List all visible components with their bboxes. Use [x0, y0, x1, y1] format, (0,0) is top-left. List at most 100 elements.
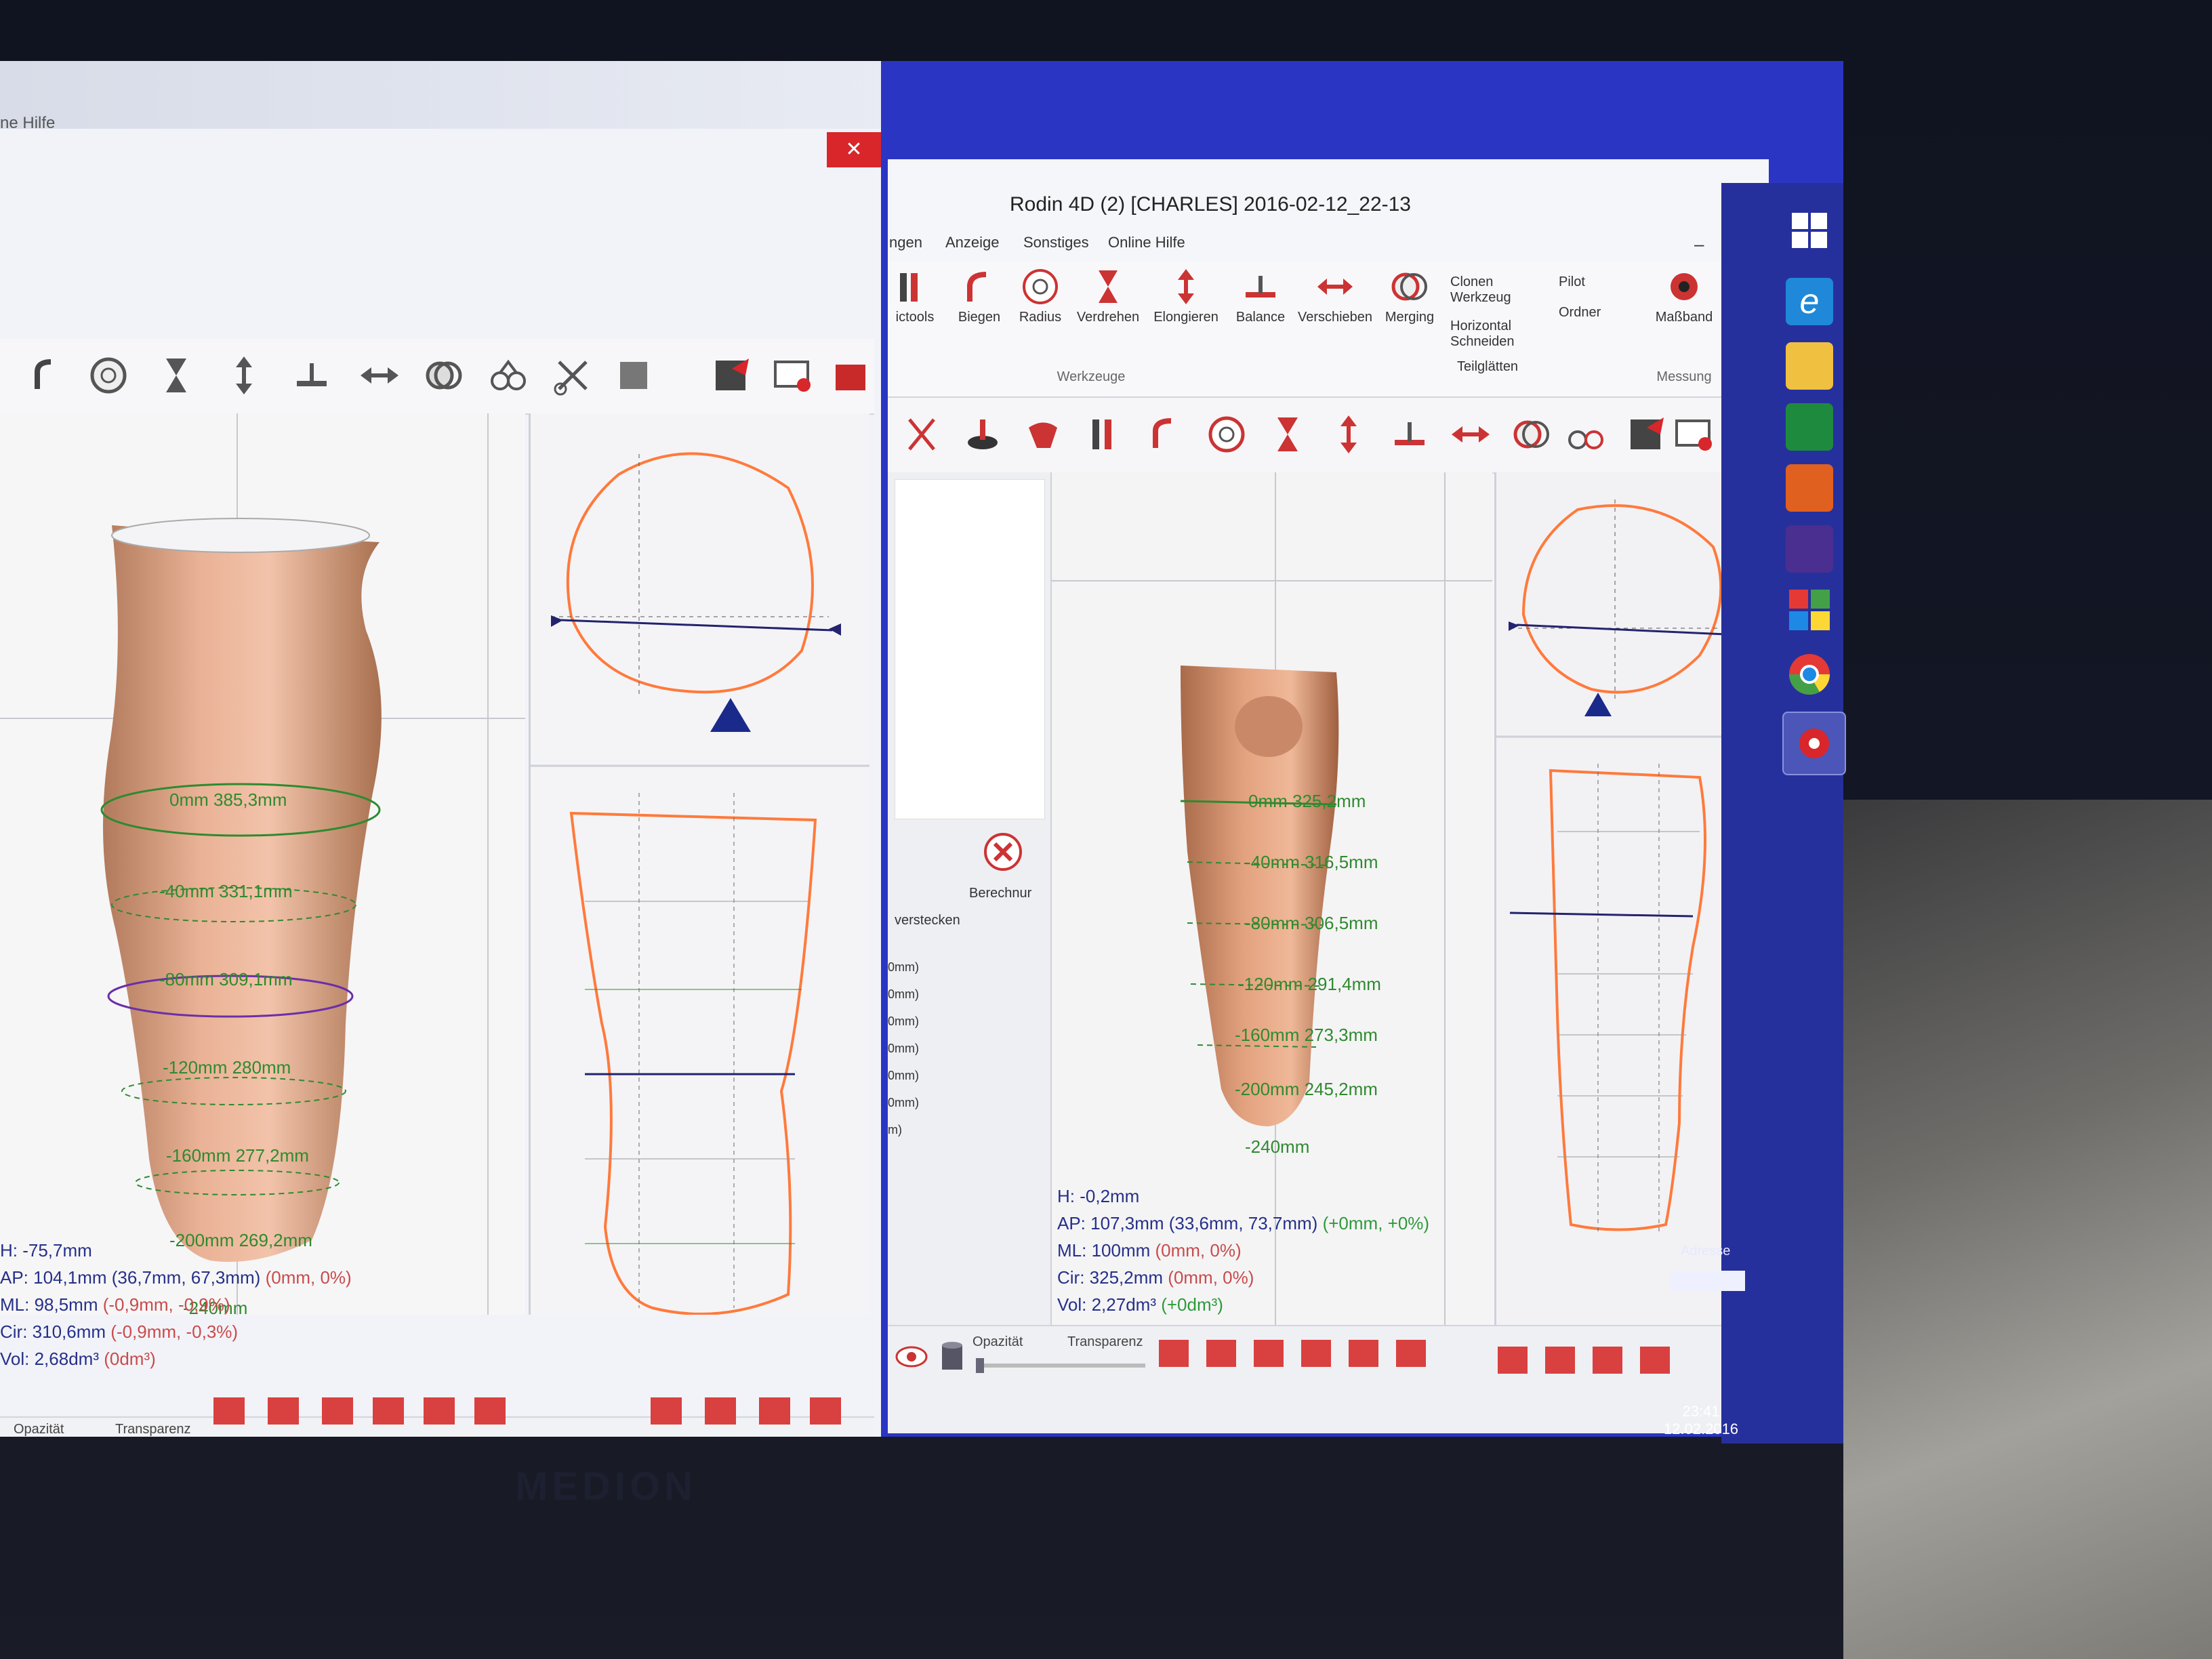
bend-tool-icon[interactable]: [1145, 414, 1186, 455]
plan-view-4-icon[interactable]: [1640, 1347, 1670, 1374]
move-tool-icon[interactable]: [1450, 414, 1491, 455]
left-cross-section-view[interactable]: [529, 413, 869, 1315]
desk-background: [1843, 800, 2212, 1659]
verstecken-option[interactable]: verstecken: [895, 913, 960, 928]
ribbon-horizontal-schneiden-button[interactable]: Horizontal Schneiden: [1450, 319, 1538, 350]
merge-tool-icon[interactable]: [1511, 414, 1552, 455]
ribbon-radius-button[interactable]: Radius: [1010, 268, 1071, 325]
window-close-icon[interactable]: [773, 355, 813, 396]
left-3d-view[interactable]: 0mm 385,3mm -40mm 331,1mm -80mm 309,1mm …: [0, 413, 525, 1318]
elongate-tool-icon[interactable]: [1328, 414, 1369, 455]
internet-explorer-icon[interactable]: e: [1786, 278, 1833, 325]
move-tool-icon[interactable]: [359, 355, 400, 396]
brand-logo: MEDION: [515, 1465, 697, 1509]
store-icon[interactable]: [1786, 403, 1833, 451]
view-top-icon[interactable]: [1349, 1340, 1378, 1367]
left-menu-help[interactable]: ne Hilfe: [0, 114, 55, 133]
ribbon-teilglaetten-button[interactable]: Teilglätten: [1457, 359, 1545, 375]
ribbon-horizontal-label: Horizontal: [1450, 319, 1512, 333]
elongate-tool-icon[interactable]: [224, 355, 264, 396]
right-3d-view[interactable]: 0mm 325,2mm -40mm 316,5mm -80mm 306,5mm …: [1052, 472, 1492, 1374]
cylinder-icon[interactable]: [939, 1340, 966, 1374]
right-info-vol-value: Vol: 2,27dm³: [1057, 1294, 1156, 1315]
clone-tool-icon[interactable]: [1565, 414, 1606, 455]
smooth-tool-icon[interactable]: [613, 355, 654, 396]
plan-view-4-icon[interactable]: [810, 1397, 841, 1425]
ribbon-verdrehen-button[interactable]: Verdrehen: [1071, 268, 1145, 325]
ribbon-pilot-button[interactable]: Pilot: [1559, 274, 1613, 290]
right-opacity-slider[interactable]: [976, 1358, 1145, 1373]
twist-tool-icon[interactable]: [1267, 414, 1308, 455]
ribbon: ictools Biegen Radius Verdrehen Elongier…: [888, 261, 1769, 398]
menu-tab-ngen[interactable]: ngen: [889, 234, 922, 251]
merge-tool-icon[interactable]: [424, 355, 464, 396]
rodin-app-icon[interactable]: [1782, 712, 1846, 775]
window-close-icon[interactable]: [1674, 414, 1715, 455]
balance-tool-icon[interactable]: [1389, 414, 1430, 455]
cut-tool-icon[interactable]: [552, 355, 593, 396]
radius-tool-icon[interactable]: [88, 355, 129, 396]
left-info-ml-delta: (-0,9mm, -0,9%): [102, 1294, 230, 1315]
twist-tool-icon[interactable]: [156, 355, 197, 396]
plan-view-3-icon[interactable]: [759, 1397, 790, 1425]
view-left-icon[interactable]: [322, 1397, 353, 1425]
view-left-icon[interactable]: [1254, 1340, 1284, 1367]
view-bottom-icon[interactable]: [1396, 1340, 1426, 1367]
paint-icon[interactable]: [1786, 525, 1833, 573]
save-icon[interactable]: [1626, 414, 1667, 455]
right-opacity-slider-thumb[interactable]: [976, 1358, 984, 1373]
view-back-icon[interactable]: [1206, 1340, 1236, 1367]
eye-icon[interactable]: [895, 1340, 928, 1374]
ribbon-biegen-button[interactable]: Biegen: [949, 268, 1010, 325]
close-button[interactable]: ✕: [827, 132, 881, 167]
ribbon-balance-button[interactable]: Balance: [1227, 268, 1294, 325]
plan-view-1-icon[interactable]: [651, 1397, 682, 1425]
save-icon[interactable]: [712, 355, 752, 396]
right-info-ap: AP: 107,3mm (33,6mm, 73,7mm) (+0mm, +0%): [1057, 1213, 1429, 1234]
windows-flag-icon[interactable]: [1786, 586, 1833, 634]
view-front-icon[interactable]: [213, 1397, 245, 1425]
ribbon-verschieben-button[interactable]: Verschieben: [1294, 268, 1376, 325]
balance-tool-icon[interactable]: [291, 355, 332, 396]
view-top-icon[interactable]: [424, 1397, 455, 1425]
minimize-button[interactable]: –: [1694, 234, 1704, 255]
ribbon-clonen-button[interactable]: Clonen Werkzeug: [1450, 274, 1538, 306]
view-right-icon[interactable]: [373, 1397, 404, 1425]
left-measure-0: 0mm 385,3mm: [169, 790, 287, 810]
view-front-icon[interactable]: [1159, 1340, 1189, 1367]
address-field[interactable]: [1671, 1271, 1745, 1291]
ribbon-massband-button[interactable]: Maßband: [1647, 268, 1721, 325]
media-player-icon[interactable]: [1786, 464, 1833, 512]
ribbon-merging-button[interactable]: Merging: [1376, 268, 1443, 325]
menu-tab-anzeige[interactable]: Anzeige: [945, 234, 1000, 251]
right-measure-240: -240mm: [1245, 1136, 1310, 1157]
radius-tool-icon[interactable]: [1206, 414, 1247, 455]
menu-tab-online-hilfe[interactable]: Online Hilfe: [1108, 234, 1185, 251]
view-back-icon[interactable]: [268, 1397, 299, 1425]
file-explorer-icon[interactable]: [1786, 342, 1833, 390]
plan-view-2-icon[interactable]: [1545, 1347, 1575, 1374]
taskbar-clock[interactable]: 23:41 12.02.2016: [1660, 1403, 1742, 1438]
chrome-icon[interactable]: [1786, 651, 1833, 698]
ribbon-elongieren-button[interactable]: Elongieren: [1149, 268, 1223, 325]
menu-tab-sonstiges[interactable]: Sonstiges: [1023, 234, 1089, 251]
plan-view-3-icon[interactable]: [1593, 1347, 1622, 1374]
left-window: ne Hilfe ✕ 0mm 385,3mm -40mm 331,1mm -80…: [0, 61, 888, 1437]
view-right-icon[interactable]: [1301, 1340, 1331, 1367]
shape-tool-icon[interactable]: [1023, 414, 1064, 455]
view-bottom-icon[interactable]: [474, 1397, 506, 1425]
windows-start-icon[interactable]: [1789, 210, 1837, 258]
export-icon[interactable]: [830, 355, 871, 396]
clone-tool-icon[interactable]: [488, 355, 529, 396]
ribbon-ictools-button[interactable]: ictools: [888, 268, 942, 325]
close-icon[interactable]: [983, 832, 1023, 872]
ribbon-ordner-button[interactable]: Ordner: [1559, 305, 1613, 321]
plan-view-2-icon[interactable]: [705, 1397, 736, 1425]
ictools-icon[interactable]: [1084, 414, 1125, 455]
sculpt-tool-icon[interactable]: [962, 414, 1003, 455]
scissors-icon[interactable]: [901, 414, 942, 455]
right-info-ap-delta: (+0mm, +0%): [1322, 1213, 1430, 1233]
plan-view-1-icon[interactable]: [1498, 1347, 1528, 1374]
berechnen-button[interactable]: Berechnur: [969, 886, 1031, 901]
bend-tool-icon[interactable]: [27, 355, 68, 396]
